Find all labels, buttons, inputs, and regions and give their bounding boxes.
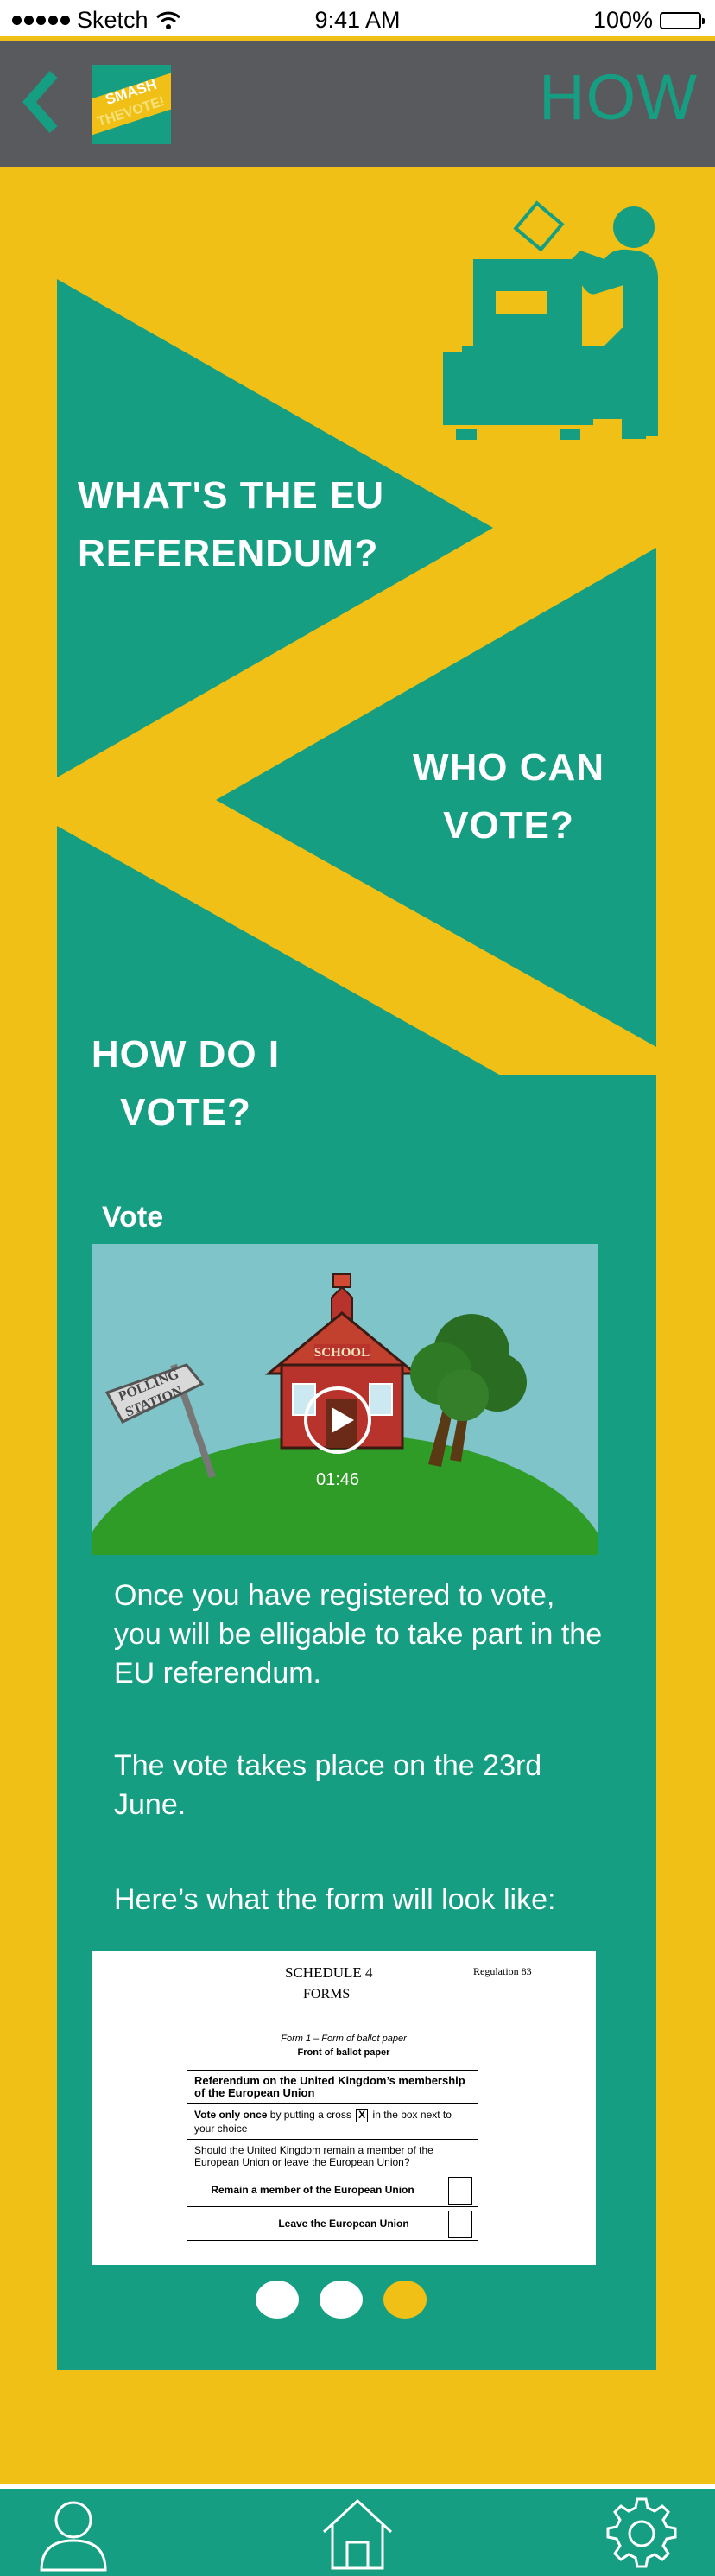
ballot-option-leave-label: Leave the European Union [278,2218,409,2230]
carousel-dots [256,2281,427,2319]
carousel-dot-2[interactable] [320,2281,363,2319]
video-title: Vote [102,1201,164,1234]
ballot-table: Referendum on the United Kingdom’s membe… [187,2070,478,2241]
ballot-schedule: SCHEDULE 4 [285,1964,373,1981]
ballot-paper-image[interactable]: SCHEDULE 4 FORMS Regulation 83 Form 1 – … [92,1951,596,2265]
smash-the-vote-logo[interactable]: SMASH THEVOTE! [92,65,171,144]
school-sign-text: SCHOOL [314,1346,370,1360]
nav-who-can-vote[interactable]: WHO CAN VOTE? [408,739,609,854]
ballot-checkbox-remain [448,2177,472,2205]
video-duration: 01:46 [315,1470,360,1489]
app-header: SMASH THEVOTE! HOW [0,41,715,167]
battery-percent: 100% [592,7,653,33]
carousel-dot-3[interactable] [383,2281,427,2319]
ballot-regulation: Regulation 83 [473,1965,532,1977]
battery-group: 100% [592,7,705,34]
play-icon[interactable] [304,1386,371,1454]
page-title: HOW [539,61,698,133]
nav-how-line-1: HOW DO I [91,1033,281,1075]
ballot-instruction: Vote only once by putting a cross X in t… [187,2104,478,2140]
ballot-option-remain: Remain a member of the European Union [187,2173,478,2207]
cross-box-icon: X [356,2109,369,2122]
ballot-form-caption: Form 1 – Form of ballot paper [281,2034,407,2044]
status-bar: Sketch 9:41 AM 100% [0,0,715,36]
ballot-option-leave: Leave the European Union [187,2207,478,2240]
settings-gear-icon[interactable] [603,2496,680,2572]
ballot-instruction-bold: Vote only once [194,2109,268,2121]
ballot-instruction-mid: by putting a cross [267,2109,355,2121]
ballot-forms: FORMS [303,1987,351,2002]
tab-bar [0,2489,715,2576]
home-icon[interactable] [319,2496,396,2572]
nav-who-line-1: WHO CAN [412,746,605,789]
profile-icon[interactable] [35,2496,112,2572]
ballot-heading: Referendum on the United Kingdom’s membe… [187,2071,478,2104]
ballot-front-label: Front of ballot paper [297,2047,390,2058]
carousel-dot-1[interactable] [256,2281,299,2319]
ballot-checkbox-leave [448,2211,472,2238]
nav-what-line-1: WHAT'S THE EU [78,474,385,517]
nav-what-line-2: REFERENDUM? [78,532,379,574]
ballot-question: Should the United Kingdom remain a membe… [187,2140,478,2173]
info-paragraph-1: Once you have registered to vote, you wi… [114,1579,603,1690]
battery-icon [660,11,705,29]
voter-illustration-icon [443,200,658,440]
nav-how-line-2: VOTE? [120,1091,251,1133]
nav-how-do-i-vote[interactable]: HOW DO I VOTE? [83,1025,288,1141]
info-paragraph-2: The vote takes place on the 23rd June. [114,1749,542,1821]
info-paragraph-3: Here’s what the form will look like: [114,1883,556,1916]
ballot-option-remain-label: Remain a member of the European Union [211,2184,414,2196]
nav-what-referendum[interactable]: WHAT'S THE EU REFERENDUM? [78,466,384,582]
chevron-left-icon[interactable] [19,67,71,136]
nav-who-line-2: VOTE? [443,804,574,847]
